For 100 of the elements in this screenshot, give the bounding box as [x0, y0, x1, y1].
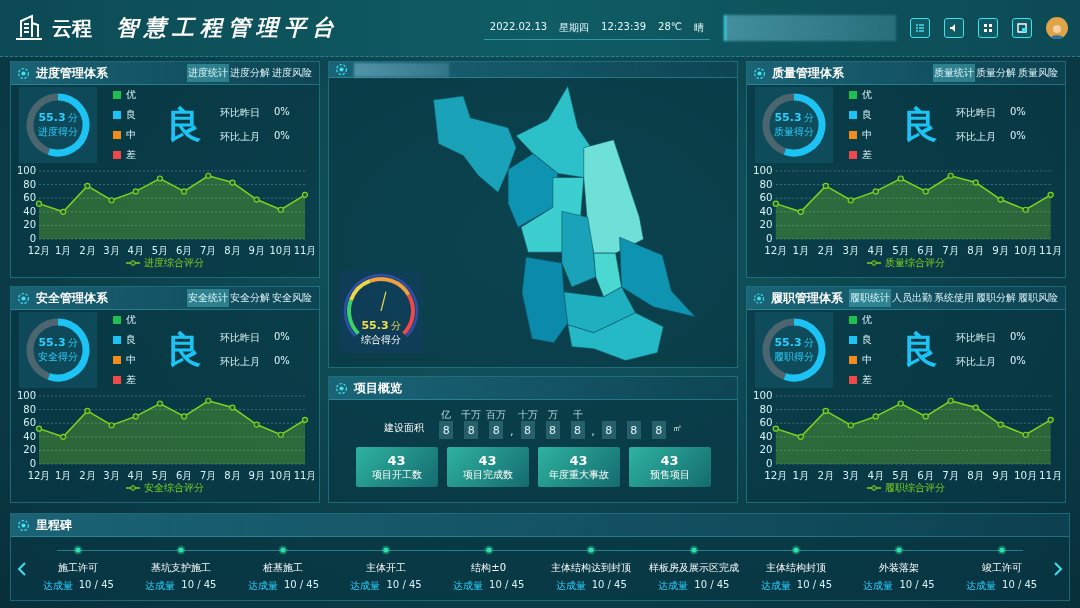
y-tick-label: 40: [23, 430, 36, 442]
temperature-text: 28℃: [658, 20, 682, 34]
legend-label: 中: [862, 353, 872, 367]
legend-label: 优: [862, 313, 872, 327]
legend-label: 差: [126, 373, 136, 387]
y-tick-label: 0: [766, 233, 773, 244]
milestone-label: 达成量: [863, 578, 894, 593]
x-tick-label: 1月: [792, 470, 810, 481]
milestone-name: 主体结构封顶: [766, 560, 827, 575]
x-tick-label: 7月: [942, 470, 960, 481]
x-tick-label: 8月: [967, 245, 985, 256]
milestone-value: 10 / 45: [1002, 578, 1038, 592]
digit-tile: 8: [626, 421, 641, 439]
digit-unit: 千: [572, 408, 583, 420]
comparison-label: 环比上月: [956, 355, 996, 369]
legend-label: 优: [126, 88, 136, 102]
stat-value: 43: [478, 452, 497, 468]
milestone-name: 桩基施工: [263, 560, 304, 575]
comparison-value: 0%: [1010, 106, 1026, 119]
milestone-name: 施工许可: [58, 560, 99, 575]
stat-value: 43: [387, 452, 406, 468]
x-tick-label: 8月: [224, 470, 241, 481]
comparison-value: 0%: [1010, 130, 1026, 143]
x-tick-label: 3月: [103, 470, 120, 481]
x-tick-label: 9月: [992, 245, 1010, 256]
x-tick-label: 1月: [55, 245, 72, 256]
area-unit: ㎡: [672, 422, 682, 435]
digit-separator: ,: [591, 426, 595, 439]
x-tick-label: 5月: [892, 470, 910, 481]
stat-value: 43: [660, 452, 679, 468]
digit-tile: 8: [439, 421, 454, 439]
milestone-label: 达成量: [145, 578, 176, 593]
digit-tile: 8: [464, 421, 479, 439]
x-tick-label: 10月: [1014, 470, 1038, 481]
milestone-label: 达成量: [966, 578, 997, 593]
x-tick-label: 3月: [842, 245, 860, 256]
legend-label: 进度综合评分: [144, 256, 204, 270]
comparison-label: 环比上月: [220, 355, 260, 369]
comparison-label: 环比上月: [956, 130, 996, 144]
milestone-label: 达成量: [350, 578, 381, 593]
x-tick-label: 9月: [248, 245, 265, 256]
score-value: 55.3 分: [38, 111, 78, 125]
milestone-value: 10 / 45: [386, 578, 422, 592]
x-tick-label: 7月: [200, 245, 217, 256]
x-tick-label: 10月: [1014, 245, 1038, 256]
comparison-label: 环比昨日: [956, 331, 996, 345]
x-tick-label: 12月: [764, 470, 788, 481]
x-tick-label: 3月: [842, 470, 860, 481]
y-tick-label: 60: [23, 192, 36, 204]
x-tick-label: 4月: [867, 245, 885, 256]
legend-label: 差: [126, 148, 136, 162]
x-tick-label: 11月: [293, 245, 315, 256]
comparison-label: 环比昨日: [220, 331, 260, 345]
milestone-label: 达成量: [453, 578, 484, 593]
x-tick-label: 12月: [764, 245, 788, 256]
comparison-value: 0%: [1010, 331, 1026, 344]
digit-tile: 8: [545, 421, 560, 439]
date-text: 2022.02.13: [489, 20, 548, 34]
legend-label: 中: [862, 128, 872, 142]
legend-label: 优: [862, 88, 872, 102]
weather-text: 晴: [694, 20, 704, 35]
area-label: 建设面积: [384, 421, 425, 435]
x-tick-label: 6月: [175, 245, 193, 256]
x-tick-label: 11月: [1039, 245, 1061, 256]
score-value: 55.3 分: [774, 111, 814, 125]
milestone-name: 基坑支护施工: [150, 560, 211, 575]
milestone-name: 样板房及展示区完成: [648, 560, 739, 575]
gauge-value: 55.3 分: [361, 319, 401, 333]
gauge-label: 综合得分: [361, 333, 401, 347]
x-tick-label: 6月: [917, 470, 935, 481]
y-tick-label: 80: [759, 403, 773, 415]
y-tick-label: 80: [759, 178, 773, 190]
legend-label: 差: [862, 373, 872, 387]
y-tick-label: 20: [759, 444, 773, 456]
x-tick-label: 2月: [817, 470, 835, 481]
legend-label: 中: [126, 353, 136, 367]
legend-label: 履职综合评分: [885, 481, 945, 495]
milestone-value: 10 / 45: [181, 578, 217, 592]
x-tick-label: 11月: [1039, 470, 1061, 481]
y-tick-label: 100: [753, 390, 773, 401]
comparison-label: 环比上月: [220, 130, 260, 144]
stat-label: 年度重大事故: [548, 467, 609, 482]
digit-unit: 亿: [441, 408, 452, 420]
score-label: 安全得分: [38, 350, 78, 364]
x-tick-label: 2月: [817, 245, 835, 256]
x-tick-label: 12月: [27, 470, 51, 481]
comparison-value: 0%: [1010, 355, 1026, 368]
comparison-value: 0%: [274, 106, 290, 119]
logo-text: 云程: [52, 14, 92, 42]
y-tick-label: 20: [23, 219, 36, 231]
weekday-text: 星期四: [559, 20, 590, 35]
panel-title: 进度管理体系: [36, 64, 109, 82]
score-value: 55.3 分: [38, 336, 78, 350]
x-tick-label: 3月: [103, 245, 120, 256]
milestone-name: 外装落架: [879, 560, 920, 575]
milestone-value: 10 / 45: [78, 578, 114, 592]
panel-title: 里程碑: [36, 516, 73, 534]
digit-unit: 千万: [461, 408, 482, 420]
score-label: 质量得分: [774, 125, 814, 139]
x-tick-label: 2月: [79, 245, 96, 256]
